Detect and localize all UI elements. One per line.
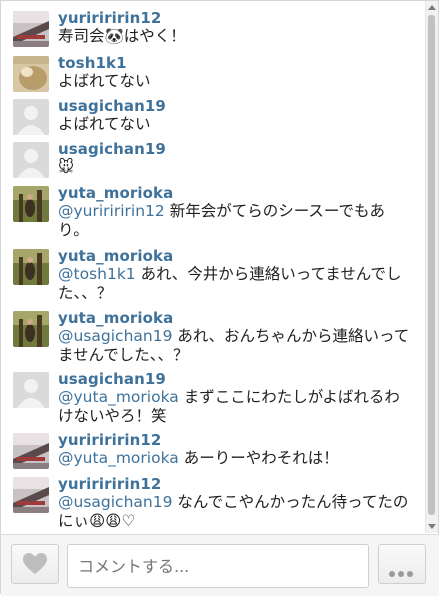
comment-message: よばれてない [58, 115, 151, 133]
comment-mention[interactable]: @yuta_morioka [58, 388, 179, 406]
comment-text: @yuta_morioka まずここにわたしがよばれるわけないやろ！笑 [58, 388, 413, 426]
comment-text: 🐭 [58, 158, 413, 177]
comment-mention[interactable]: @yuta_morioka [58, 449, 179, 467]
heart-icon [23, 553, 47, 574]
comment-username[interactable]: yuta_morioka [58, 247, 413, 265]
comment-username[interactable]: usagichan19 [58, 97, 413, 115]
avatar[interactable] [13, 186, 49, 222]
comment-mention[interactable]: @tosh1k1 [58, 265, 136, 283]
comment-list[interactable]: yuririririn12 寿司会🐼はやく！ tosh1k1 よばれてない us… [1, 1, 427, 533]
comment-message: 寿司会🐼はやく！ [58, 27, 186, 45]
comment-input[interactable] [67, 544, 369, 588]
avatar[interactable] [13, 142, 49, 178]
more-options-button[interactable] [378, 544, 426, 584]
comment-username[interactable]: yuririririn12 [58, 475, 413, 493]
comment-text: よばれてない [58, 115, 413, 134]
comment-text: @usagichan19 なんでこやんかったん待ってたのにぃ😩😩♡ [58, 493, 413, 531]
comment-text: よばれてない [58, 72, 413, 91]
comment-mention[interactable]: @yuririririn12 [58, 202, 165, 220]
avatar[interactable] [13, 99, 49, 135]
avatar[interactable] [13, 11, 49, 47]
comment-username[interactable]: yuta_morioka [58, 309, 413, 327]
comment-message: 🐭 [58, 158, 75, 176]
avatar[interactable] [13, 311, 49, 347]
avatar[interactable] [13, 56, 49, 92]
scrollbar[interactable] [425, 1, 438, 533]
comments-panel: yuririririn12 寿司会🐼はやく！ tosh1k1 よばれてない us… [0, 0, 439, 596]
comment-message: よばれてない [58, 72, 151, 90]
comment-text: @yuririririn12 新年会がてらのシースーでもあり。 [58, 202, 413, 240]
comment-message: あーりーやわそれは！ [178, 449, 339, 467]
comment-username[interactable]: yuririririn12 [58, 9, 413, 27]
comment-username[interactable]: yuririririn12 [58, 431, 413, 449]
scrollbar-thumb[interactable] [428, 15, 435, 515]
avatar[interactable] [13, 249, 49, 285]
scroll-down-arrow-icon[interactable] [428, 524, 436, 529]
scroll-up-arrow-icon[interactable] [428, 5, 436, 10]
comment-username[interactable]: tosh1k1 [58, 54, 413, 72]
like-button[interactable] [11, 544, 59, 584]
avatar[interactable] [13, 433, 49, 469]
comment-text: @tosh1k1 あれ、今井から連絡いってませんでした、、？ [58, 265, 413, 303]
avatar[interactable] [13, 477, 49, 513]
comment-text: @usagichan19 あれ、おんちゃんから連絡いってませんでした、、？ [58, 327, 413, 365]
comment-username[interactable]: usagichan19 [58, 140, 413, 158]
avatar[interactable] [13, 372, 49, 408]
comment-username[interactable]: yuta_morioka [58, 184, 413, 202]
comment-username[interactable]: usagichan19 [58, 370, 413, 388]
ellipsis-icon [389, 562, 416, 581]
comment-footer [1, 534, 439, 596]
comment-text: @yuta_morioka あーりーやわそれは！ [58, 449, 413, 468]
comment-text: 寿司会🐼はやく！ [58, 27, 413, 46]
comment-mention[interactable]: @usagichan19 [58, 327, 172, 345]
comment-mention[interactable]: @usagichan19 [58, 493, 172, 511]
